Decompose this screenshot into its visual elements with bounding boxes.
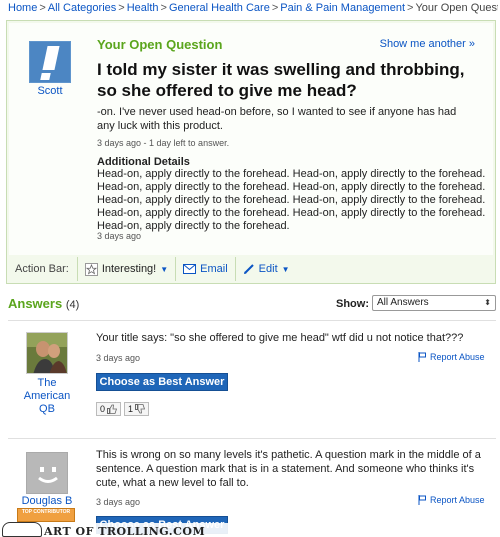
default-avatar-icon: [27, 453, 67, 493]
question-content: Scott Your Open Question Show me another…: [9, 23, 493, 255]
breadcrumb-health[interactable]: Health: [127, 2, 159, 14]
star-icon: [84, 262, 98, 276]
envelope-icon: [183, 264, 197, 274]
question-heading: Your Open Question: [97, 37, 223, 52]
exclamation-icon: [42, 46, 60, 70]
answers-title: Answers: [8, 296, 63, 311]
breadcrumb-separator: >: [39, 2, 46, 14]
answerer-avatar[interactable]: [26, 452, 68, 494]
divider: [8, 320, 496, 321]
troll-face-logo: [2, 522, 42, 537]
answerer-name[interactable]: The American QB: [16, 377, 78, 416]
breadcrumb-pain-management[interactable]: Pain & Pain Management: [280, 2, 405, 14]
breadcrumb-general-health-care[interactable]: General Health Care: [169, 2, 270, 14]
thumbs-up-count: 0: [100, 404, 106, 414]
edit-button[interactable]: Edit ▼: [236, 257, 297, 281]
report-abuse-link[interactable]: Report Abuse: [418, 352, 485, 362]
question-title: I told my sister it was swelling and thr…: [97, 60, 465, 100]
answerer-avatar[interactable]: [26, 332, 68, 374]
flag-icon: [418, 495, 426, 505]
interesting-label: Interesting!: [101, 263, 157, 275]
breadcrumb-separator: >: [271, 2, 279, 14]
breadcrumb-separator: >: [407, 2, 414, 14]
question-box: Scott Your Open Question Show me another…: [6, 20, 496, 284]
answer-text: This is wrong on so many levels it's pat…: [96, 449, 481, 489]
answer-meta: 3 days ago: [96, 497, 141, 507]
pencil-icon: [243, 264, 254, 274]
show-filter-label: Show:: [336, 298, 369, 310]
exclamation-dot: [40, 73, 51, 80]
answers-heading: Answers (4): [8, 296, 79, 311]
breadcrumb-separator: >: [160, 2, 167, 14]
breadcrumb-separator: >: [118, 2, 125, 14]
show-another-link[interactable]: Show me another »: [380, 38, 475, 50]
answer-meta: 3 days ago: [96, 353, 141, 363]
thumbs-up-icon: [107, 404, 118, 414]
report-abuse-label: Report Abuse: [430, 495, 485, 505]
breadcrumb-home[interactable]: Home: [8, 2, 37, 14]
report-abuse-link[interactable]: Report Abuse: [418, 495, 485, 505]
watermark-text: ART OF TROLLING.COM: [44, 525, 206, 537]
additional-details-label: Additional Details: [97, 156, 190, 168]
answer-text: Your title says: "so she offered to give…: [96, 332, 464, 344]
thumbs-down-icon: [135, 404, 146, 414]
question-body: -on. I've never used head-on before, so …: [97, 106, 457, 132]
details-meta: 3 days ago: [97, 231, 142, 241]
select-arrows-icon: ⬍: [484, 298, 491, 307]
report-abuse-label: Report Abuse: [430, 352, 485, 362]
breadcrumb: Home > All Categories > Health > General Healt…: [8, 2, 498, 14]
asker-avatar[interactable]: [29, 41, 71, 83]
answerer-photo: [27, 333, 67, 373]
thumbs-down-button[interactable]: 1: [124, 402, 150, 416]
email-label: Email: [200, 263, 228, 275]
thumbs-up-button[interactable]: 0: [96, 402, 122, 416]
chevron-down-icon: ▼: [281, 264, 290, 274]
answers-count: (4): [65, 299, 80, 311]
interesting-button[interactable]: Interesting! ▼: [78, 257, 177, 281]
edit-label: Edit: [258, 263, 278, 275]
vote-controls: 0 1: [96, 402, 150, 416]
answers-filter-select[interactable]: All Answers ⬍: [372, 295, 496, 311]
choose-best-answer-button[interactable]: Choose as Best Answer: [96, 373, 228, 391]
chevron-down-icon: ▼: [160, 264, 169, 274]
flag-icon: [418, 352, 426, 362]
action-bar-label: Action Bar:: [9, 257, 78, 281]
question-meta: 3 days ago - 1 day left to answer.: [97, 138, 230, 148]
additional-details-text: Head-on, apply directly to the forehead.…: [97, 168, 486, 232]
divider: [8, 438, 496, 439]
answers-filter-value: All Answers: [377, 297, 429, 308]
answerer-name[interactable]: Douglas B: [16, 495, 78, 508]
email-button[interactable]: Email: [176, 257, 236, 281]
top-contributor-badge: TOP CONTRIBUTOR: [17, 508, 75, 522]
asker-name[interactable]: Scott: [17, 85, 83, 97]
breadcrumb-current: Your Open Question: [415, 2, 498, 14]
thumbs-down-count: 1: [128, 404, 134, 414]
breadcrumb-all-categories[interactable]: All Categories: [48, 2, 116, 14]
action-bar: Action Bar: Interesting! ▼ Email Edit ▼: [9, 257, 493, 281]
